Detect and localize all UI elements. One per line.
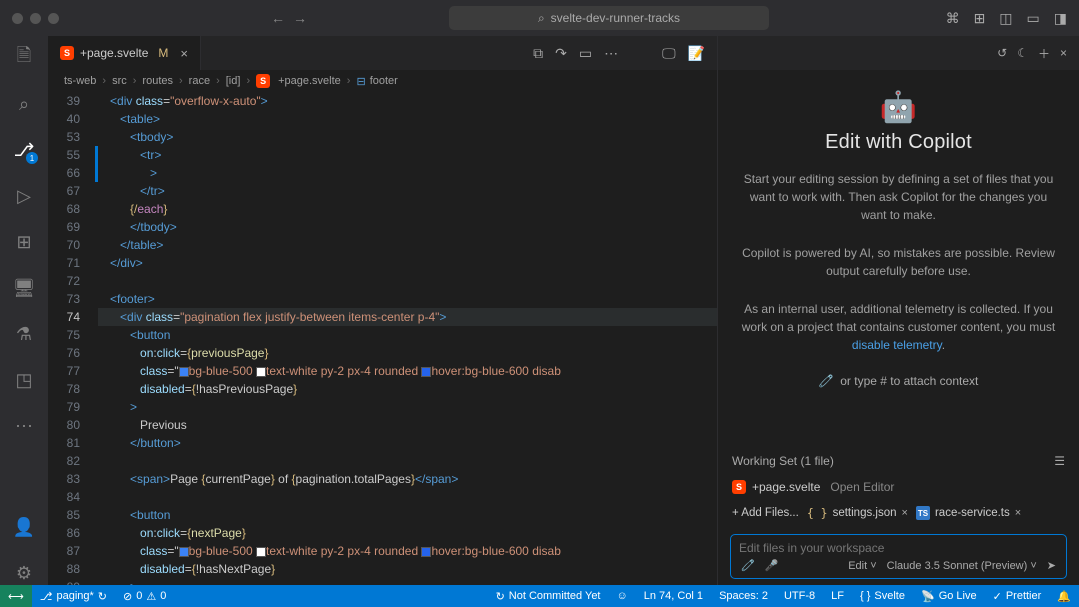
layout-icon-4[interactable]: ◨ [1054,10,1067,27]
bell-icon[interactable]: 🔔 [1049,585,1079,607]
working-set-settings-icon[interactable]: ☰ [1054,454,1065,468]
disable-telemetry-link[interactable]: disable telemetry [852,338,942,352]
layout-icon-2[interactable]: ◫ [999,10,1012,27]
mic-icon[interactable]: 🎤 [765,559,779,572]
search-text: svelte-dev-runner-tracks [551,11,680,25]
nav-back-icon[interactable]: ← [271,10,285,26]
mode-selector[interactable]: Edit ˅ [848,560,876,572]
panel-icon-2[interactable]: 📝 [688,45,705,62]
cop-tab-icon[interactable]: ☾ [1017,46,1028,60]
copilot-panel: ↺ ☾ ＋ × 🤖 Edit with Copilot Start your e… [717,36,1079,585]
window-controls[interactable] [12,13,59,24]
breadcrumb-item[interactable]: ts-web [64,75,96,87]
copilot-title: Edit with Copilot [825,131,972,154]
remote-indicator[interactable]: ⟷ [0,585,32,607]
pull-icon[interactable]: ↷ [555,45,567,62]
accounts-icon[interactable]: 👤 [12,515,36,539]
breadcrumb-item[interactable]: src [112,75,127,87]
cursor-position[interactable]: Ln 74, Col 1 [636,585,711,607]
titlebar: ← → ⌕ svelte-dev-runner-tracks ⌘ ⊞ ◫ ▭ ◨ [0,0,1079,36]
breadcrumbs[interactable]: ts-web›src›routes›race›[id]›S+page.svelt… [48,70,717,92]
split-icon[interactable]: ▭ [579,45,592,62]
source-control-icon[interactable]: ⎇1 [12,138,36,162]
search-icon: ⌕ [538,11,545,26]
copilot-desc-1: Start your editing session by defining a… [718,160,1079,234]
tab-label: +page.svelte [80,46,148,60]
attach-hint: 🧷 or type # to attach context [718,364,1079,398]
status-bar: ⟷ ⎇ paging* ↻ ⊘ 0 ⚠ 0 ↻ Not Committed Ye… [0,585,1079,607]
copilot-logo-icon: 🤖 [880,90,917,125]
indent-indicator[interactable]: Spaces: 2 [711,585,776,607]
svelte-file-icon: S [60,46,74,60]
breadcrumb-item[interactable]: [id] [226,75,241,87]
breadcrumb-item[interactable]: routes [142,75,173,87]
scm-badge: 1 [26,152,38,164]
cop-close-icon[interactable]: × [1060,46,1067,60]
more-icon[interactable]: ⋯ [12,414,36,438]
nav-forward-icon[interactable]: → [293,10,307,26]
add-files-button[interactable]: + Add Files... [732,507,799,519]
tab-actions: ⧉ ↷ ▭ ⋯ 🖵 📝 [533,45,717,62]
tab-modified: M [158,46,168,60]
layout-icon-3[interactable]: ▭ [1027,10,1040,27]
encoding-indicator[interactable]: UTF-8 [776,585,823,607]
code-editor[interactable]: 3940535566676869707172737475767778798081… [48,92,717,585]
history-icon[interactable]: ↺ [997,46,1007,60]
commit-status[interactable]: ↻ Not Committed Yet [488,585,609,607]
container-icon[interactable]: ◳ [12,368,36,392]
more-tab-icon[interactable]: ⋯ [604,45,618,62]
copilot-titlebar-icon[interactable]: ⌘ [946,10,960,27]
typescript-icon: TS [916,506,930,520]
breadcrumb-item[interactable]: footer [370,75,398,87]
language-indicator[interactable]: { } Svelte [852,585,913,607]
model-selector[interactable]: Claude 3.5 Sonnet (Preview) ˅ [887,560,1037,572]
debug-icon[interactable]: ▷ [12,184,36,208]
explorer-icon[interactable]: 🗎 [12,46,36,70]
settings-icon[interactable]: ⚙ [12,561,36,585]
breadcrumb-item[interactable]: +page.svelte [278,75,341,87]
copilot-desc-2: Copilot is powered by AI, so mistakes ar… [718,234,1079,290]
branch-indicator[interactable]: ⎇ paging* ↻ [32,585,115,607]
max-dot[interactable] [48,13,59,24]
json-icon: { } [807,506,828,520]
activity-bar: 🗎 ⌕ ⎇1 ▷ ⊞ 🖥 ⚗ ◳ ⋯ 👤 ⚙ [0,36,48,585]
main-area: 🗎 ⌕ ⎇1 ▷ ⊞ 🖥 ⚗ ◳ ⋯ 👤 ⚙ S +page.svelte M … [0,36,1079,585]
feedback-icon[interactable]: ☺ [609,585,636,607]
chip-close-icon[interactable]: × [902,507,908,519]
copilot-input[interactable]: 🧷 🎤 Edit ˅ Claude 3.5 Sonnet (Preview) ˅… [730,534,1067,579]
command-center[interactable]: ⌕ svelte-dev-runner-tracks [449,6,769,30]
go-live-button[interactable]: 📡 Go Live [913,585,985,607]
tab-close-icon[interactable]: × [180,46,188,61]
chip-race-service[interactable]: TSrace-service.ts× [916,506,1021,520]
extensions-icon[interactable]: ⊞ [12,230,36,254]
eol-indicator[interactable]: LF [823,585,852,607]
new-chat-icon[interactable]: ＋ [1038,45,1050,62]
chip-close-icon[interactable]: × [1015,507,1021,519]
ws-filename: +page.svelte [752,480,820,494]
working-set-label: Working Set (1 file) [732,454,834,468]
remote-icon[interactable]: 🖥 [12,276,36,300]
breadcrumb-item[interactable]: race [189,75,210,87]
prettier-indicator[interactable]: ✓ Prettier [985,585,1050,607]
problems-indicator[interactable]: ⊘ 0 ⚠ 0 [115,585,174,607]
attach-icon[interactable]: 🧷 [741,559,755,572]
editor-area: S +page.svelte M × ⧉ ↷ ▭ ⋯ 🖵 📝 ts-web›sr… [48,36,717,585]
copilot-textfield[interactable] [739,541,1058,555]
svelte-file-icon: S [732,480,746,494]
layout-icon-1[interactable]: ⊞ [974,10,986,27]
panel-icon-1[interactable]: 🖵 [662,45,676,62]
close-dot[interactable] [12,13,23,24]
search-activity-icon[interactable]: ⌕ [12,92,36,116]
compare-icon[interactable]: ⧉ [533,45,543,62]
testing-icon[interactable]: ⚗ [12,322,36,346]
tab-page-svelte[interactable]: S +page.svelte M × [48,36,201,70]
ws-open-editor: Open Editor [830,480,894,494]
send-icon[interactable]: ➤ [1047,559,1056,572]
copilot-desc-3: As an internal user, additional telemetr… [718,290,1079,364]
tab-bar: S +page.svelte M × ⧉ ↷ ▭ ⋯ 🖵 📝 [48,36,717,70]
ws-file-row[interactable]: S +page.svelte Open Editor [718,476,1079,498]
min-dot[interactable] [30,13,41,24]
chip-settings[interactable]: { }settings.json× [807,506,908,520]
